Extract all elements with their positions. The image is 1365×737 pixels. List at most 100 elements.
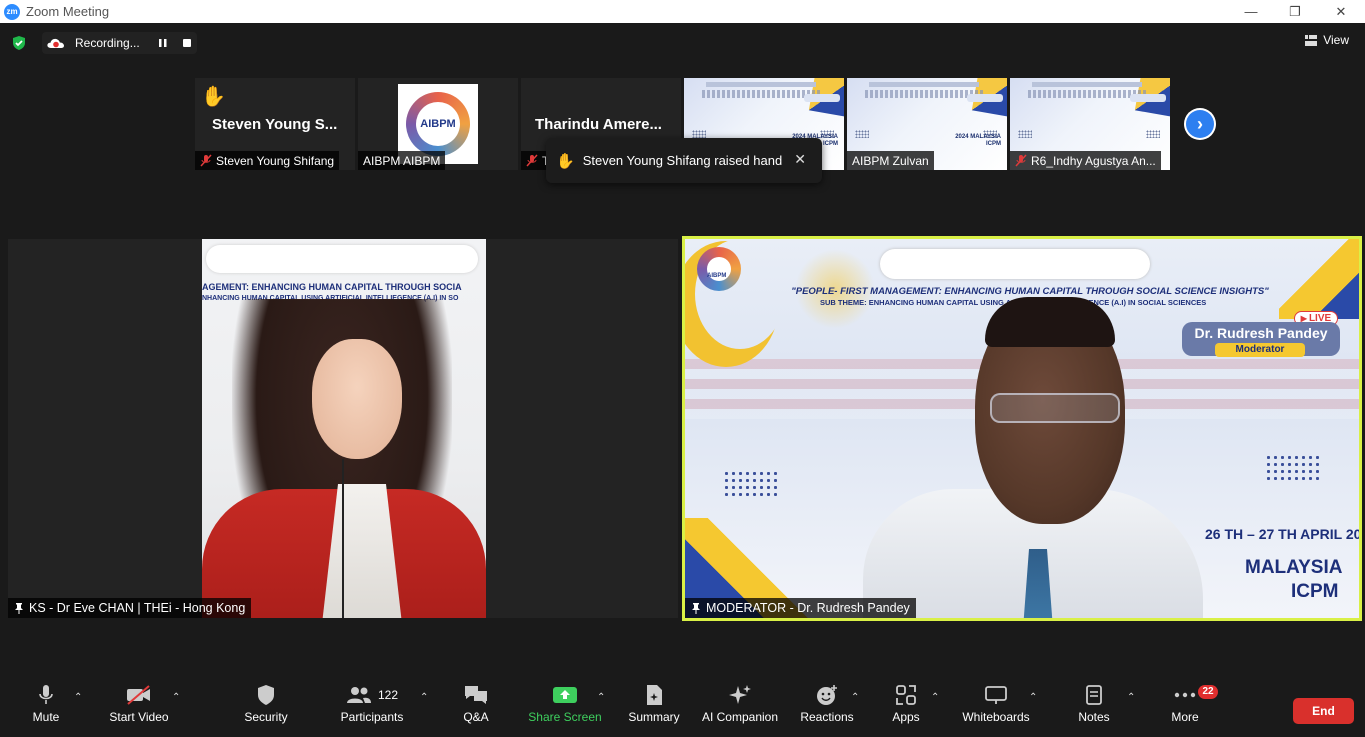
video-tile-speaker[interactable]: AGEMENT: ENHANCING HUMAN CAPITAL THROUGH… bbox=[8, 239, 678, 618]
notification-text: Steven Young Shifang raised hand bbox=[582, 153, 783, 168]
participant-tile[interactable]: AIBPM AIBPM AIBPM bbox=[358, 78, 518, 170]
next-page-button[interactable]: › bbox=[1184, 108, 1216, 140]
person-face bbox=[312, 339, 402, 459]
video-off-icon bbox=[127, 685, 150, 705]
reactions-options-caret-icon[interactable]: ⌃ bbox=[851, 692, 859, 703]
mute-button[interactable]: Mute bbox=[24, 683, 68, 735]
muted-mic-icon bbox=[200, 154, 212, 167]
slide-location-text: 2024 MALAYSIA ICPM bbox=[955, 134, 1001, 147]
security-shield-icon bbox=[258, 685, 274, 705]
reactions-label: Reactions bbox=[800, 710, 854, 724]
participant-display-name: Tharindu Amere... bbox=[535, 116, 662, 133]
person-hair bbox=[985, 297, 1115, 347]
window-title: Zoom Meeting bbox=[26, 4, 110, 19]
banner-title: AGEMENT: ENHANCING HUMAN CAPITAL THROUGH… bbox=[202, 282, 462, 292]
participant-label: KS - Dr Eve CHAN | THEi - Hong Kong bbox=[8, 598, 252, 618]
muted-mic-icon bbox=[1015, 154, 1027, 167]
participant-name: Steven Young Shifang bbox=[216, 153, 335, 168]
event-location: MALAYSIA bbox=[1245, 557, 1343, 578]
reactions-button[interactable]: Reactions bbox=[798, 683, 856, 735]
raised-hand-notification: ✋ Steven Young Shifang raised hand ✕ bbox=[546, 138, 822, 183]
restore-button[interactable]: ❐ bbox=[1272, 0, 1318, 23]
security-button[interactable]: Security bbox=[236, 683, 296, 735]
corner-decoration bbox=[1279, 239, 1359, 319]
participant-name: MODERATOR - Dr. Rudresh Pandey bbox=[706, 601, 910, 615]
meeting-toolbar: Mute ⌃ Start Video ⌃ Security 122 Partic… bbox=[0, 680, 1365, 737]
reactions-emoji-icon bbox=[817, 685, 837, 705]
ai-companion-button[interactable]: AI Companion bbox=[700, 683, 780, 735]
meeting-topbar: Recording... View bbox=[0, 23, 1365, 63]
whiteboards-button[interactable]: Whiteboards bbox=[958, 683, 1034, 735]
banner-title: "PEOPLE- FIRST MANAGEMENT: ENHANCING HUM… bbox=[791, 286, 1269, 297]
participant-name: KS - Dr Eve CHAN | THEi - Hong Kong bbox=[29, 601, 246, 615]
share-options-caret-icon[interactable]: ⌃ bbox=[597, 692, 605, 703]
more-label: More bbox=[1171, 710, 1199, 724]
notes-options-caret-icon[interactable]: ⌃ bbox=[1127, 692, 1135, 703]
stop-recording-icon[interactable] bbox=[182, 38, 192, 48]
participant-tile[interactable]: ✋ Steven Young S... Steven Young Shifang bbox=[195, 78, 355, 170]
participant-tile[interactable]: 2024 MALAYSIA ICPM AIBPM Zulvan bbox=[847, 78, 1007, 170]
aibpm-logo-text: AIBPM bbox=[707, 273, 727, 279]
qa-icon bbox=[465, 686, 487, 704]
share-screen-button[interactable]: Share Screen bbox=[528, 683, 602, 735]
participants-icon bbox=[346, 687, 371, 703]
more-dots-icon bbox=[1174, 692, 1196, 698]
zoom-logo-icon: zm bbox=[4, 3, 20, 20]
notes-button[interactable]: Notes bbox=[1072, 683, 1116, 735]
pin-icon bbox=[692, 602, 700, 614]
participants-options-caret-icon[interactable]: ⌃ bbox=[420, 692, 428, 703]
share-screen-label: Share Screen bbox=[528, 710, 602, 724]
participants-label: Participants bbox=[340, 710, 404, 724]
recording-label: Recording... bbox=[75, 36, 140, 50]
recording-indicator: Recording... bbox=[42, 32, 197, 54]
whiteboards-options-caret-icon[interactable]: ⌃ bbox=[1029, 692, 1037, 703]
cloud-record-icon bbox=[47, 38, 64, 48]
pin-icon bbox=[15, 602, 23, 614]
raised-hand-icon: ✋ bbox=[556, 152, 575, 170]
participant-label: MODERATOR - Dr. Rudresh Pandey bbox=[685, 598, 916, 618]
whiteboards-label: Whiteboards bbox=[962, 710, 1030, 724]
close-window-button[interactable]: ✕ bbox=[1318, 0, 1364, 23]
participant-display-name: Steven Young S... bbox=[212, 116, 338, 133]
speaker-nameplate: Dr. Rudresh Pandey Moderator bbox=[1182, 322, 1340, 357]
apps-options-caret-icon[interactable]: ⌃ bbox=[931, 692, 939, 703]
start-video-button[interactable]: Start Video bbox=[104, 683, 174, 735]
mute-label: Mute bbox=[32, 710, 60, 724]
notification-badge: 22 bbox=[1198, 685, 1218, 699]
participant-name: AIBPM AIBPM bbox=[363, 153, 441, 168]
security-label: Security bbox=[244, 710, 288, 724]
participant-label: R6_Indhy Agustya An... bbox=[1010, 151, 1161, 170]
video-tile-active-speaker[interactable]: AIBPM "PEOPLE- FIRST MANAGEMENT: ENHANCI… bbox=[682, 236, 1362, 621]
person-glasses bbox=[990, 393, 1120, 423]
participants-button[interactable]: 122 Participants bbox=[336, 683, 408, 735]
start-video-label: Start Video bbox=[109, 710, 169, 724]
ai-companion-label: AI Companion bbox=[701, 710, 779, 724]
sponsor-logos-banner bbox=[206, 245, 478, 273]
aibpm-logo-text: AIBPM bbox=[416, 102, 460, 146]
participants-count: 122 bbox=[377, 688, 399, 702]
muted-mic-icon bbox=[526, 154, 538, 167]
participant-label: AIBPM Zulvan bbox=[847, 151, 934, 170]
participant-tile[interactable]: R6_Indhy Agustya An... bbox=[1010, 78, 1170, 170]
notes-icon bbox=[1086, 685, 1102, 705]
apps-icon bbox=[896, 685, 916, 705]
pause-recording-icon[interactable] bbox=[158, 38, 168, 48]
minimize-button[interactable]: — bbox=[1228, 0, 1274, 23]
apps-button[interactable]: Apps bbox=[886, 683, 926, 735]
qa-button[interactable]: Q&A bbox=[456, 683, 496, 735]
encryption-shield-icon[interactable] bbox=[11, 35, 27, 51]
view-label: View bbox=[1323, 33, 1349, 47]
close-notification-button[interactable]: ✕ bbox=[794, 151, 806, 168]
video-options-caret-icon[interactable]: ⌃ bbox=[172, 692, 180, 703]
summary-button[interactable]: Summary bbox=[624, 683, 684, 735]
share-screen-icon bbox=[553, 687, 577, 703]
view-grid-icon bbox=[1305, 34, 1318, 46]
audio-options-caret-icon[interactable]: ⌃ bbox=[74, 692, 82, 703]
microphone-icon bbox=[39, 685, 53, 704]
chevron-right-icon: › bbox=[1186, 110, 1214, 138]
event-date: 26 TH – 27 TH APRIL 2024 bbox=[1205, 526, 1362, 542]
view-button[interactable]: View bbox=[1305, 33, 1349, 47]
end-meeting-button[interactable]: End bbox=[1293, 698, 1354, 724]
speaker-name: Dr. Rudresh Pandey bbox=[1194, 325, 1328, 341]
microphone-cable bbox=[342, 459, 344, 618]
